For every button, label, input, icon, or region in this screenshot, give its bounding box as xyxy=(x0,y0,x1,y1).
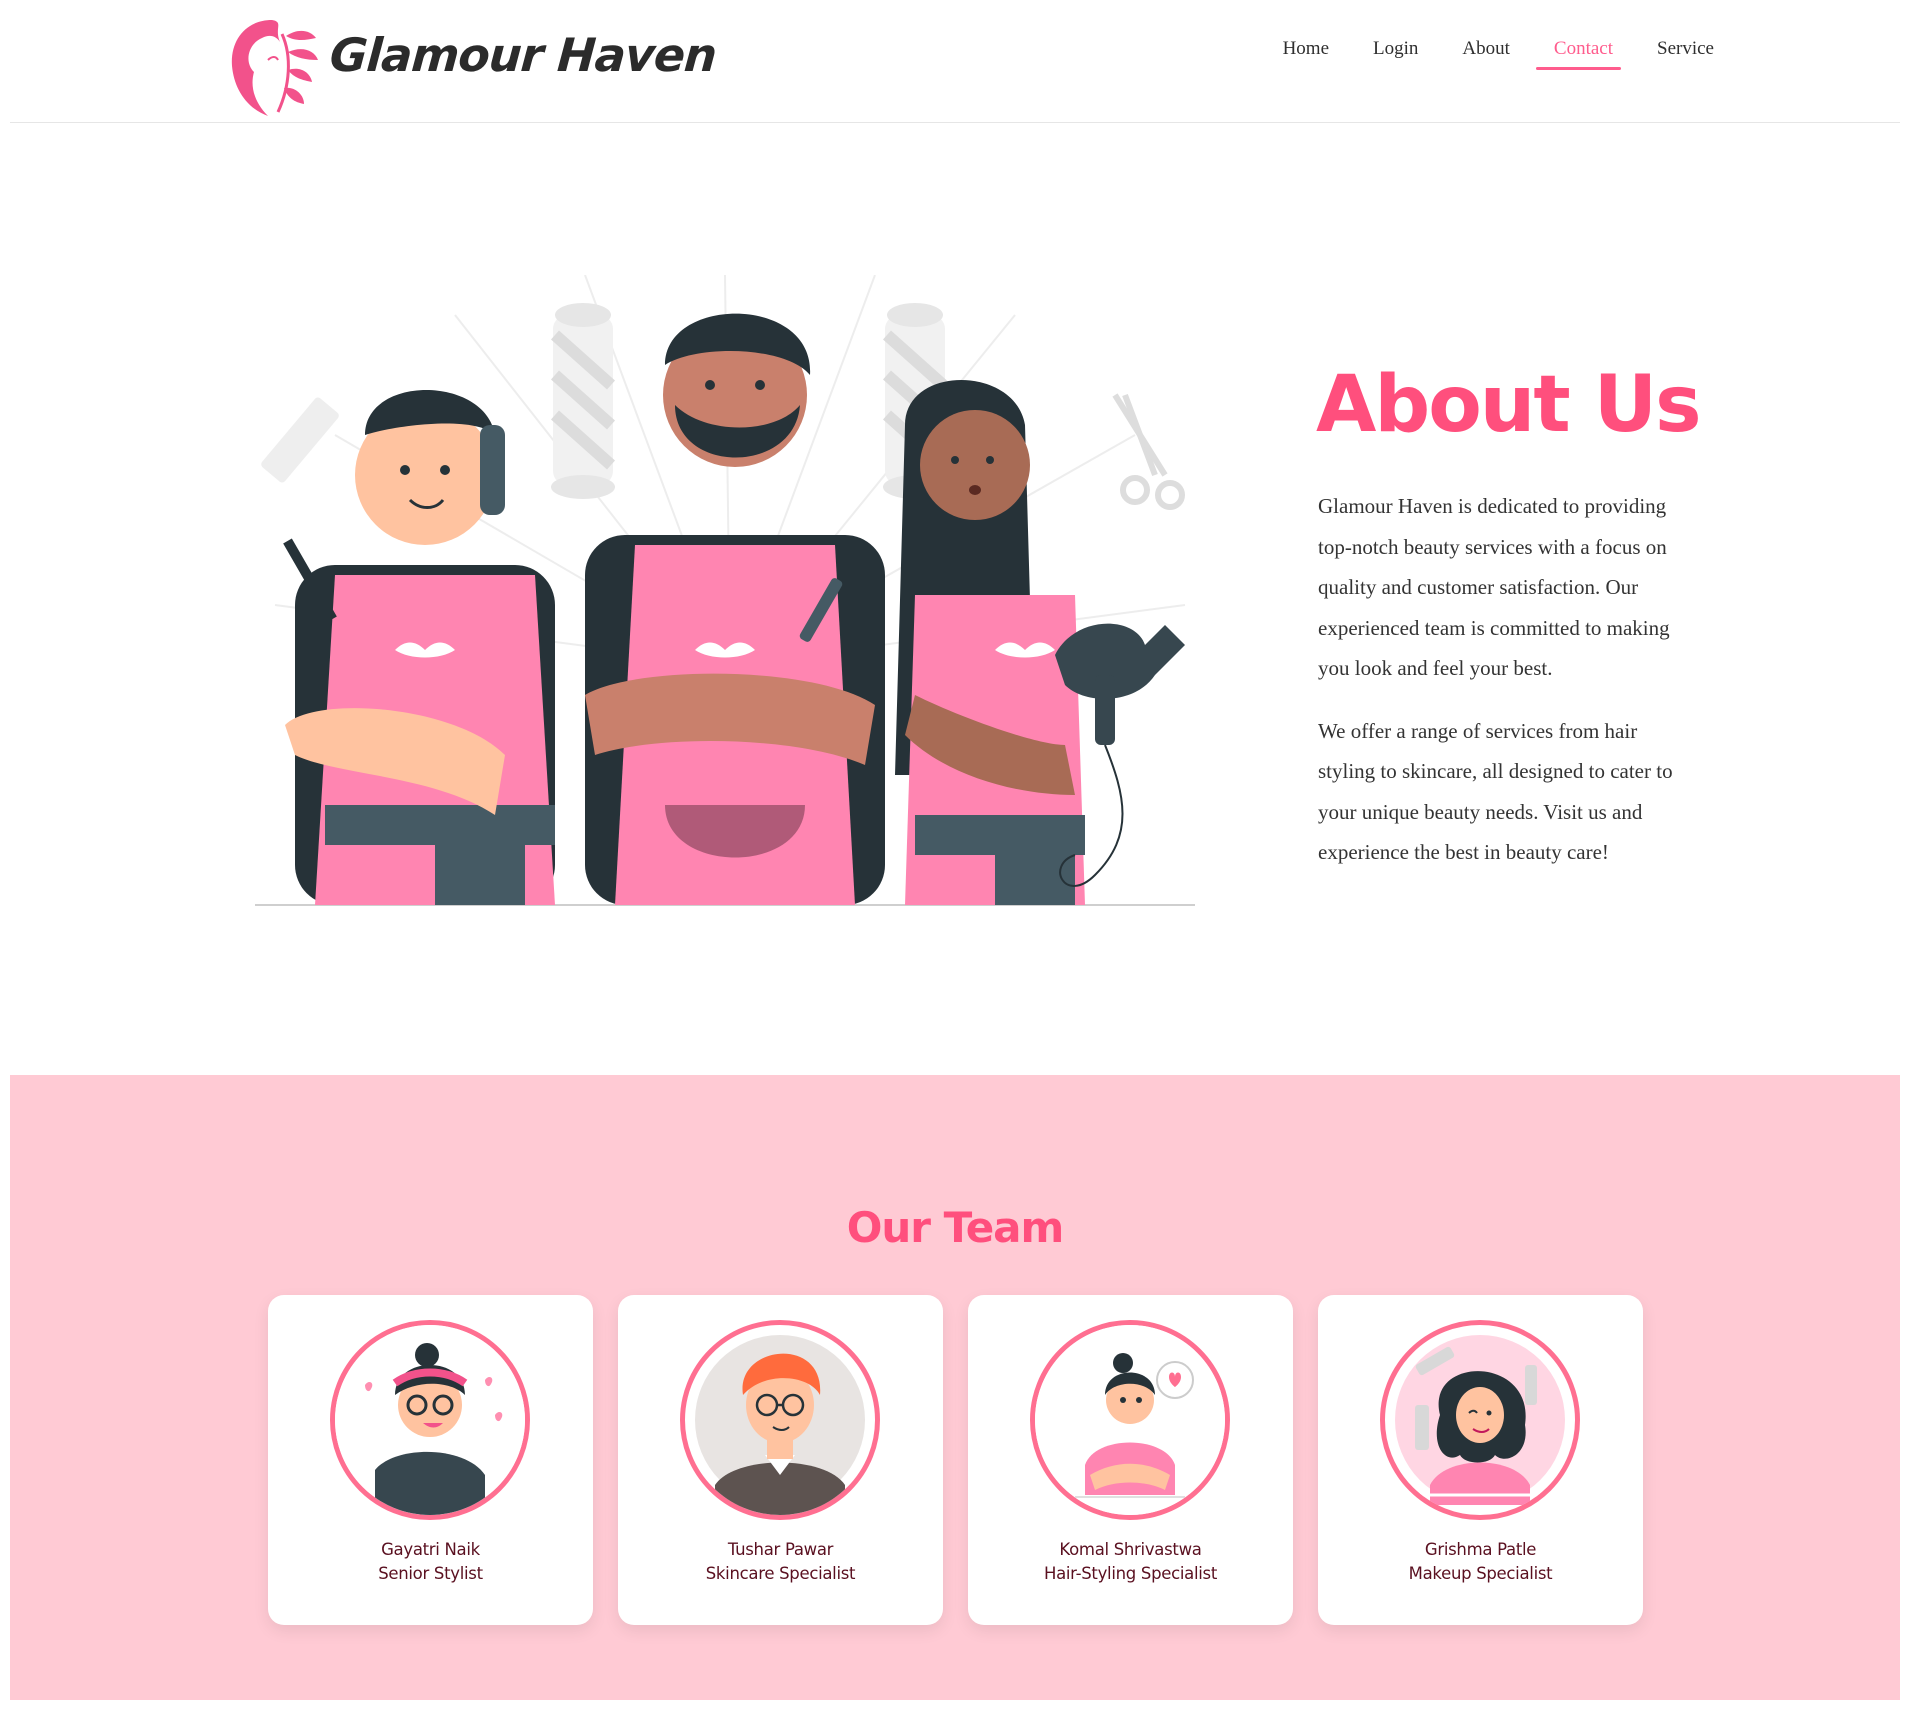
team-avatar-grishma xyxy=(1380,1320,1580,1520)
nav-service[interactable]: Service xyxy=(1657,38,1714,70)
team-card-gayatri: Gayatri Naik Senior Stylist xyxy=(268,1295,593,1625)
about-paragraph-2: We offer a range of services from hair s… xyxy=(1318,718,1673,865)
member-name: Tushar Pawar xyxy=(727,1540,834,1559)
team-avatar-komal xyxy=(1030,1320,1230,1520)
member-role: Hair-Styling Specialist xyxy=(1043,1564,1218,1583)
team-avatar-gayatri xyxy=(330,1320,530,1520)
member-role: Senior Stylist xyxy=(378,1564,483,1583)
team-section: Our Team Gayatri Naik Senior Stylist Tus… xyxy=(10,1075,1900,1700)
member-role: Makeup Specialist xyxy=(1408,1564,1553,1583)
team-avatar-tushar xyxy=(680,1320,880,1520)
about-paragraph-1: Glamour Haven is dedicated to providing … xyxy=(1318,494,1670,680)
page: Glamour Haven Home Login About Contact S… xyxy=(0,0,1910,1710)
about-title: About Us xyxy=(1316,360,1702,450)
team-title: Our Team xyxy=(846,1203,1065,1252)
about-description: Glamour Haven is dedicated to providing … xyxy=(1318,486,1693,895)
team-card-komal: Komal Shrivastwa Hair-Styling Specialist xyxy=(968,1295,1293,1625)
main-nav: Home Login About Contact Service xyxy=(1239,38,1714,70)
team-card-grishma: Grishma Patle Makeup Specialist xyxy=(1318,1295,1643,1625)
hairstylists-illustration xyxy=(255,274,1205,915)
member-name: Grishma Patle xyxy=(1424,1540,1537,1559)
nav-about[interactable]: About xyxy=(1462,38,1510,70)
brand-name[interactable]: Glamour Haven xyxy=(328,28,718,82)
member-name: Gayatri Naik xyxy=(381,1540,480,1559)
nav-login[interactable]: Login xyxy=(1373,38,1418,70)
site-header: Glamour Haven Home Login About Contact S… xyxy=(10,0,1900,123)
member-name: Komal Shrivastwa xyxy=(1059,1540,1202,1559)
nav-contact[interactable]: Contact xyxy=(1535,38,1622,70)
team-cards: Gayatri Naik Senior Stylist Tushar Pawar… xyxy=(268,1295,1643,1625)
member-role: Skincare Specialist xyxy=(705,1564,856,1583)
nav-home[interactable]: Home xyxy=(1283,38,1329,70)
team-card-tushar: Tushar Pawar Skincare Specialist xyxy=(618,1295,943,1625)
brand-logo-icon[interactable] xyxy=(224,16,324,120)
